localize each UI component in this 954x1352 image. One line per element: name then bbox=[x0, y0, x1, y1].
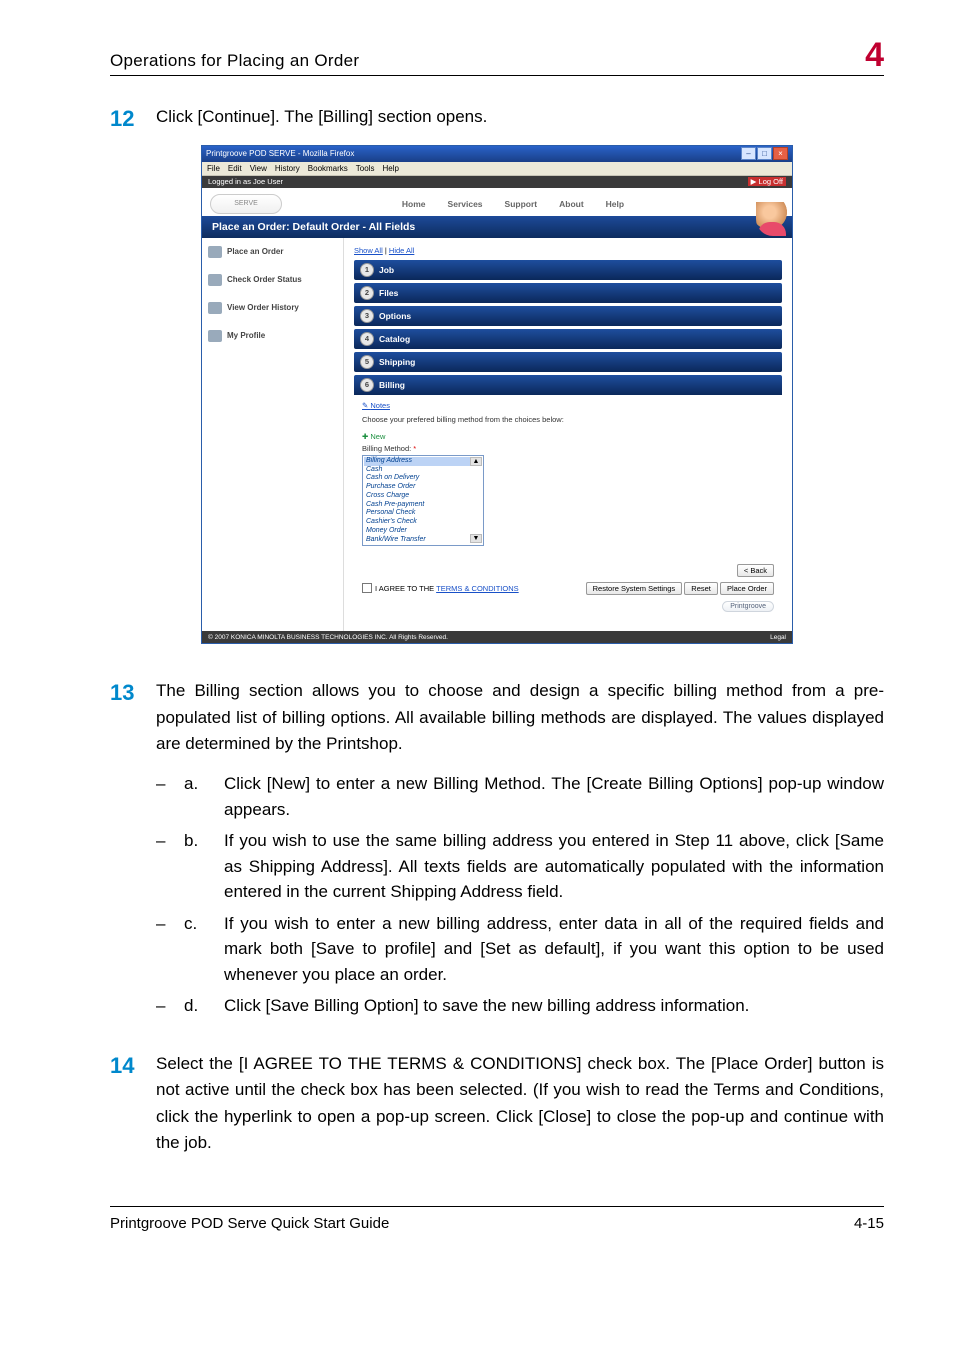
step-badge-icon: 1 bbox=[360, 263, 374, 277]
topnav-item[interactable]: Home bbox=[402, 199, 426, 209]
sub-text: Click [Save Billing Option] to save the … bbox=[224, 993, 884, 1019]
select-option[interactable]: Billing Address bbox=[364, 457, 482, 466]
sub-text: If you wish to use the same billing addr… bbox=[224, 828, 884, 905]
logoff-button[interactable]: ▶ Log Off bbox=[748, 177, 786, 186]
step-badge-icon: 6 bbox=[360, 378, 374, 392]
step-number: 14 bbox=[110, 1051, 156, 1156]
topnav-item[interactable]: Help bbox=[606, 199, 624, 209]
select-option[interactable]: Money Order bbox=[364, 527, 482, 536]
menu-item[interactable]: File bbox=[207, 164, 220, 173]
step-badge-icon: 2 bbox=[360, 286, 374, 300]
back-button[interactable]: < Back bbox=[737, 564, 774, 577]
section-options[interactable]: 3Options bbox=[354, 306, 782, 326]
footer-doc-title: Printgroove POD Serve Quick Start Guide bbox=[110, 1215, 389, 1232]
chapter-number: 4 bbox=[865, 40, 884, 71]
select-option[interactable]: Cash Pre-payment bbox=[364, 501, 482, 510]
page-title: Place an Order: Default Order - All Fiel… bbox=[202, 216, 792, 238]
sub-letter: a. bbox=[184, 771, 224, 822]
sidebar-item-check-status[interactable]: Check Order Status bbox=[208, 274, 337, 286]
minimize-icon[interactable]: – bbox=[741, 147, 756, 160]
notes-link[interactable]: ✎ Notes bbox=[362, 401, 390, 410]
scroll-down-icon[interactable]: ▼ bbox=[470, 534, 482, 543]
step-badge-icon: 3 bbox=[360, 309, 374, 323]
step-badge-icon: 4 bbox=[360, 332, 374, 346]
maximize-icon[interactable]: □ bbox=[757, 147, 772, 160]
section-files[interactable]: 2Files bbox=[354, 283, 782, 303]
brand-logo: SERVE bbox=[210, 194, 282, 214]
window-title: Printgroove POD SERVE - Mozilla Firefox bbox=[206, 149, 354, 158]
menu-item[interactable]: View bbox=[250, 164, 267, 173]
agree-label: I AGREE TO THE TERMS & CONDITIONS bbox=[375, 584, 519, 593]
step-text: The Billing section allows you to choose… bbox=[156, 681, 884, 753]
select-option[interactable]: Cash on Delivery bbox=[364, 474, 482, 483]
terms-link[interactable]: TERMS & CONDITIONS bbox=[436, 584, 519, 593]
truck-icon bbox=[208, 274, 222, 286]
billing-method-select[interactable]: ▲ Billing Address Cash Cash on Delivery … bbox=[362, 455, 484, 547]
step-badge-icon: 5 bbox=[360, 355, 374, 369]
sidebar-item-my-profile[interactable]: My Profile bbox=[208, 330, 337, 342]
hide-all-link[interactable]: Hide All bbox=[389, 246, 414, 255]
section-job[interactable]: 1Job bbox=[354, 260, 782, 280]
user-icon bbox=[208, 330, 222, 342]
sidebar-item-place-order[interactable]: Place an Order bbox=[208, 246, 337, 258]
avatar bbox=[756, 202, 790, 236]
cart-icon bbox=[208, 246, 222, 258]
menu-item[interactable]: Help bbox=[382, 164, 398, 173]
show-all-link[interactable]: Show All bbox=[354, 246, 383, 255]
sub-letter: d. bbox=[184, 993, 224, 1019]
select-option[interactable]: Cross Charge bbox=[364, 492, 482, 501]
select-option[interactable]: Cashier's Check bbox=[364, 518, 482, 527]
running-title: Operations for Placing an Order bbox=[110, 51, 359, 71]
new-billing-link[interactable]: ✚ New bbox=[362, 432, 774, 441]
restore-settings-button[interactable]: Restore System Settings bbox=[586, 582, 683, 595]
topnav-item[interactable]: Support bbox=[505, 199, 538, 209]
logged-in-label: Logged in as Joe User bbox=[208, 177, 283, 186]
billing-instruction: Choose your prefered billing method from… bbox=[362, 415, 774, 424]
topnav-item[interactable]: Services bbox=[448, 199, 483, 209]
copyright-text: © 2007 KONICA MINOLTA BUSINESS TECHNOLOG… bbox=[208, 634, 448, 641]
step-text: Click [Continue]. The [Billing] section … bbox=[156, 104, 884, 135]
select-option[interactable]: Purchase Order bbox=[364, 483, 482, 492]
history-icon bbox=[208, 302, 222, 314]
place-order-button[interactable]: Place Order bbox=[720, 582, 774, 595]
menu-item[interactable]: Edit bbox=[228, 164, 242, 173]
section-billing[interactable]: 6Billing bbox=[354, 375, 782, 395]
sidebar-item-view-history[interactable]: View Order History bbox=[208, 302, 337, 314]
window-titlebar: Printgroove POD SERVE - Mozilla Firefox … bbox=[202, 146, 792, 162]
menu-item[interactable]: History bbox=[275, 164, 300, 173]
embedded-screenshot: Printgroove POD SERVE - Mozilla Firefox … bbox=[201, 145, 793, 645]
sub-letter: b. bbox=[184, 828, 224, 905]
footer-page-number: 4-15 bbox=[854, 1215, 884, 1232]
agree-checkbox[interactable] bbox=[362, 583, 372, 593]
topnav-item[interactable]: About bbox=[559, 199, 584, 209]
select-option[interactable]: Personal Check bbox=[364, 509, 482, 518]
select-option[interactable]: Cash bbox=[364, 466, 482, 475]
step-number: 13 bbox=[110, 678, 156, 1025]
reset-button[interactable]: Reset bbox=[684, 582, 718, 595]
section-catalog[interactable]: 4Catalog bbox=[354, 329, 782, 349]
sub-letter: c. bbox=[184, 911, 224, 988]
browser-menubar: File Edit View History Bookmarks Tools H… bbox=[202, 162, 792, 176]
section-shipping[interactable]: 5Shipping bbox=[354, 352, 782, 372]
sub-text: If you wish to enter a new billing addre… bbox=[224, 911, 884, 988]
menu-item[interactable]: Tools bbox=[356, 164, 375, 173]
scroll-up-icon[interactable]: ▲ bbox=[470, 457, 482, 466]
legal-link[interactable]: Legal bbox=[770, 634, 786, 641]
sub-text: Click [New] to enter a new Billing Metho… bbox=[224, 771, 884, 822]
step-number: 12 bbox=[110, 104, 156, 135]
menu-item[interactable]: Bookmarks bbox=[308, 164, 348, 173]
printgroove-logo: Printgroove bbox=[722, 601, 774, 612]
billing-method-label: Billing Method: * bbox=[362, 444, 774, 453]
select-option[interactable]: Bank/Wire Transfer bbox=[364, 536, 482, 545]
close-icon[interactable]: × bbox=[773, 147, 788, 160]
step-text: Select the [I AGREE TO THE TERMS & CONDI… bbox=[156, 1051, 884, 1156]
